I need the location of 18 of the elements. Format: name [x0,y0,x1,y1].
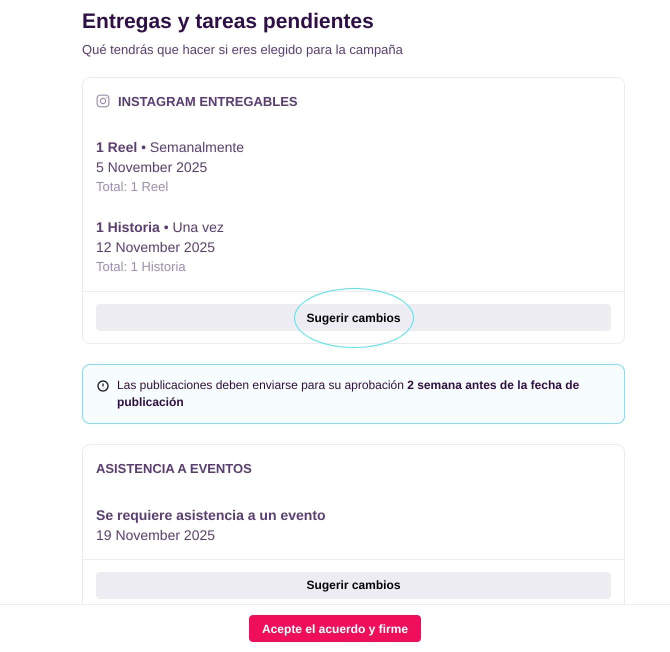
deliverable-total: Total: 1 Reel [96,178,170,196]
deliverable-line: Se requiere asistencia a un evento [96,506,327,524]
deliverable-total: Total: 1 Historia [96,258,187,276]
deliverable-line: 1 Historia • Una vez [96,218,225,237]
suggest-changes-button[interactable]: Sugerir cambios [96,304,611,331]
deliverable-date: 5 November 2025 [96,158,208,177]
instagram-icon [96,94,110,108]
page-subtitle: Qué tendrás que hacer si eres elegido para la campaña [82,41,404,59]
suggest-changes-button[interactable]: Sugerir cambios [96,572,611,598]
section-title: INSTAGRAM ENTREGABLES [118,92,298,110]
section-title: ASISTENCIA A EVENTOS [96,460,252,478]
accept-sign-button[interactable]: Acepte el acuerdo y firme [248,615,422,642]
alert-icon [97,380,109,392]
deliverable-date: 12 November 2025 [96,238,216,257]
deliverable-line: 1 Reel • Semanalmente [96,138,246,157]
notice-text: Las publicaciones deben enviarse para su aprobación 2 semana antes de la fecha de publicación [117,377,580,411]
page-title: Entregas y tareas pendientes [82,9,375,35]
deliverable-date: 19 November 2025 [96,526,216,544]
